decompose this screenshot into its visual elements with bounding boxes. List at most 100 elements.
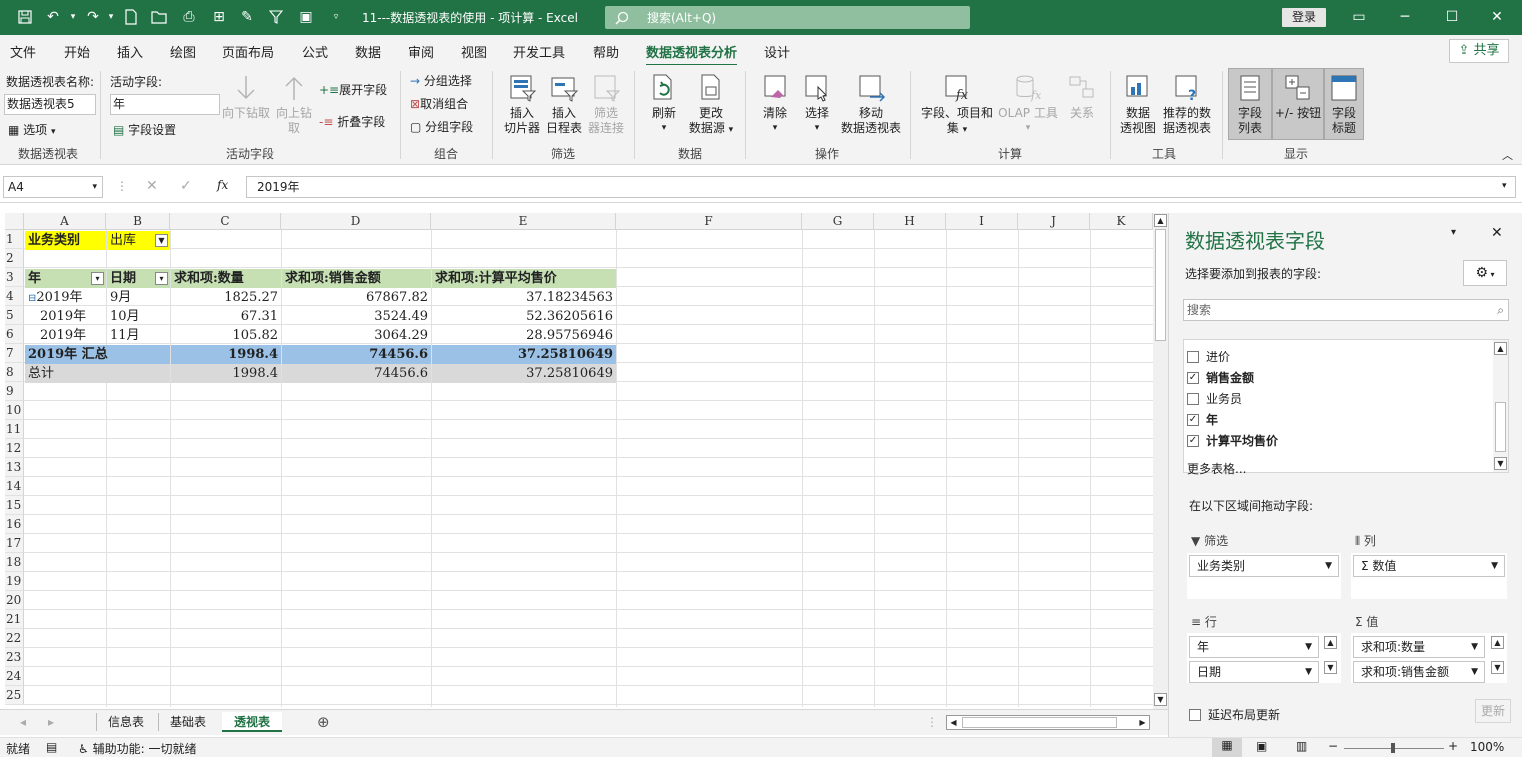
- close-icon[interactable]: ✕: [1482, 6, 1512, 28]
- select-all-corner[interactable]: [5, 213, 24, 230]
- table-row-date[interactable]: 11月: [107, 326, 170, 345]
- column-header[interactable]: A: [24, 213, 106, 230]
- cancel-icon[interactable]: ✕: [146, 178, 158, 194]
- row-header[interactable]: 11: [5, 420, 24, 439]
- column-header[interactable]: K: [1090, 213, 1153, 230]
- scroll-down-icon[interactable]: ▼: [1494, 457, 1507, 470]
- collapse-ribbon-icon[interactable]: ︿: [1502, 147, 1513, 163]
- add-sheet-icon[interactable]: ⊕: [317, 713, 330, 731]
- sheet-tab[interactable]: 基础表: [158, 712, 218, 732]
- insert-timeline-button[interactable]: 插入 日程表: [544, 73, 584, 136]
- pivot-header-qty[interactable]: 求和项:数量: [171, 269, 281, 288]
- scroll-thumb[interactable]: [1495, 402, 1506, 452]
- row-header[interactable]: 23: [5, 648, 24, 667]
- share-button[interactable]: ⇪ 共享: [1449, 39, 1509, 63]
- undo-dropdown-icon[interactable]: ▾: [64, 8, 82, 26]
- pivot-filter-label[interactable]: 业务类别: [25, 231, 106, 250]
- row-header[interactable]: 6: [5, 325, 24, 344]
- horizontal-scrollbar[interactable]: ◀ ▶: [946, 715, 1150, 730]
- print-icon[interactable]: ⊞: [210, 8, 228, 26]
- zoom-level[interactable]: 100%: [1470, 740, 1504, 754]
- column-header[interactable]: G: [802, 213, 874, 230]
- table-row-qty[interactable]: 1825.27: [171, 288, 281, 307]
- row-header[interactable]: 5: [5, 306, 24, 325]
- row-header[interactable]: 8: [5, 363, 24, 382]
- column-header[interactable]: B: [106, 213, 170, 230]
- table-row-date[interactable]: 10月: [107, 307, 170, 326]
- vertical-scrollbar[interactable]: ▲ ▼: [1153, 213, 1168, 709]
- olap-tools-button[interactable]: fx OLAP 工具 ▾: [996, 73, 1060, 136]
- ungroup-button[interactable]: ⊠取消组合: [410, 95, 468, 112]
- table-row-avg[interactable]: 52.36205616: [432, 307, 616, 326]
- table-row-amount[interactable]: 3064.29: [282, 326, 431, 345]
- value-field-chip[interactable]: 求和项:销售金额 ▼: [1353, 661, 1485, 683]
- pivot-chart-button[interactable]: 数据 透视图: [1118, 73, 1158, 136]
- column-header[interactable]: F: [616, 213, 802, 230]
- change-source-button[interactable]: 更改 数据源 ▾: [686, 73, 736, 138]
- row-header[interactable]: 18: [5, 553, 24, 572]
- table-row-date[interactable]: 9月: [107, 288, 170, 307]
- group-field-button[interactable]: ▢ 分组字段: [410, 118, 473, 135]
- zoom-in-icon[interactable]: +: [1448, 739, 1458, 753]
- filter-field-chip[interactable]: 业务类别 ▼: [1189, 555, 1339, 577]
- column-field-chip[interactable]: Σ 数值 ▼: [1353, 555, 1505, 577]
- normal-view-icon[interactable]: ▦: [1212, 738, 1242, 757]
- scroll-down-icon[interactable]: ▼: [1491, 661, 1504, 674]
- tab-help[interactable]: 帮助: [593, 42, 619, 61]
- row-header[interactable]: 24: [5, 667, 24, 686]
- new-file-icon[interactable]: [122, 8, 140, 26]
- field-settings-button[interactable]: ▤ 字段设置: [113, 121, 176, 138]
- pivot-header-avg[interactable]: 求和项:计算平均售价: [432, 269, 616, 288]
- field-item[interactable]: ✓ 销售金额: [1187, 369, 1254, 386]
- checkbox[interactable]: [1187, 392, 1199, 405]
- redo-icon[interactable]: ↷: [84, 8, 102, 26]
- row-header[interactable]: 3: [5, 268, 24, 287]
- scroll-left-icon[interactable]: ◀: [947, 716, 960, 729]
- field-search-input[interactable]: 搜索 ⌕: [1183, 299, 1509, 321]
- macro-record-icon[interactable]: ▤: [46, 740, 57, 754]
- screen-icon[interactable]: ▣: [297, 8, 315, 26]
- clear-button[interactable]: 清除 ▾: [755, 73, 795, 136]
- row-header[interactable]: 7: [5, 344, 24, 363]
- enter-icon[interactable]: ✓: [180, 178, 192, 194]
- row-header[interactable]: 9: [5, 382, 24, 401]
- insert-slicer-button[interactable]: 插入 切片器: [500, 73, 544, 136]
- checkbox-checked[interactable]: ✓: [1187, 371, 1199, 384]
- name-box[interactable]: A4 ▾: [3, 176, 103, 198]
- subtotal-avg[interactable]: 37.25810649: [432, 345, 616, 364]
- zoom-out-icon[interactable]: −: [1328, 739, 1338, 753]
- close-pane-icon[interactable]: ✕: [1491, 225, 1503, 241]
- row-header[interactable]: 16: [5, 515, 24, 534]
- open-folder-icon[interactable]: [150, 8, 168, 26]
- refresh-button[interactable]: 刷新 ▾: [644, 73, 684, 136]
- column-header[interactable]: C: [170, 213, 281, 230]
- row-header[interactable]: 2: [5, 249, 24, 268]
- subtotal-amount[interactable]: 74456.6: [282, 345, 431, 364]
- minimize-icon[interactable]: ─: [1390, 6, 1420, 28]
- pivot-name-input[interactable]: 数据透视表5: [4, 94, 96, 115]
- login-button[interactable]: 登录: [1282, 8, 1326, 27]
- chevron-down-icon[interactable]: ▾: [155, 272, 168, 285]
- select-button[interactable]: 选择 ▾: [797, 73, 837, 136]
- scroll-up-icon[interactable]: ▲: [1494, 342, 1507, 355]
- total-qty[interactable]: 1998.4: [171, 364, 281, 383]
- plus-minus-buttons-toggle[interactable]: +/- 按钮: [1272, 68, 1324, 140]
- tab-insert[interactable]: 插入: [117, 42, 143, 61]
- total-amount[interactable]: 74456.6: [282, 364, 431, 383]
- subtotal-label[interactable]: 2019年 汇总: [25, 345, 170, 364]
- row-field-chip[interactable]: 年 ▼: [1189, 636, 1319, 658]
- scroll-up-icon[interactable]: ▲: [1491, 636, 1504, 649]
- tab-review[interactable]: 审阅: [408, 42, 434, 61]
- checkbox[interactable]: [1187, 350, 1199, 363]
- pivot-header-date[interactable]: 日期 ▾: [107, 269, 170, 288]
- value-field-chip[interactable]: 求和项:数量 ▼: [1353, 636, 1485, 658]
- checkbox[interactable]: [1189, 708, 1201, 721]
- field-item[interactable]: 业务员: [1187, 390, 1242, 407]
- tab-developer[interactable]: 开发工具: [513, 42, 565, 61]
- formula-input[interactable]: 2019年: [246, 176, 1516, 198]
- expand-field-button[interactable]: +≡展开字段: [319, 81, 387, 98]
- table-row-avg[interactable]: 37.18234563: [432, 288, 616, 307]
- field-item[interactable]: 进价: [1187, 348, 1230, 365]
- pivot-header-year[interactable]: 年 ▾: [25, 269, 106, 288]
- filter-connections-button[interactable]: 筛选 器连接: [586, 73, 626, 136]
